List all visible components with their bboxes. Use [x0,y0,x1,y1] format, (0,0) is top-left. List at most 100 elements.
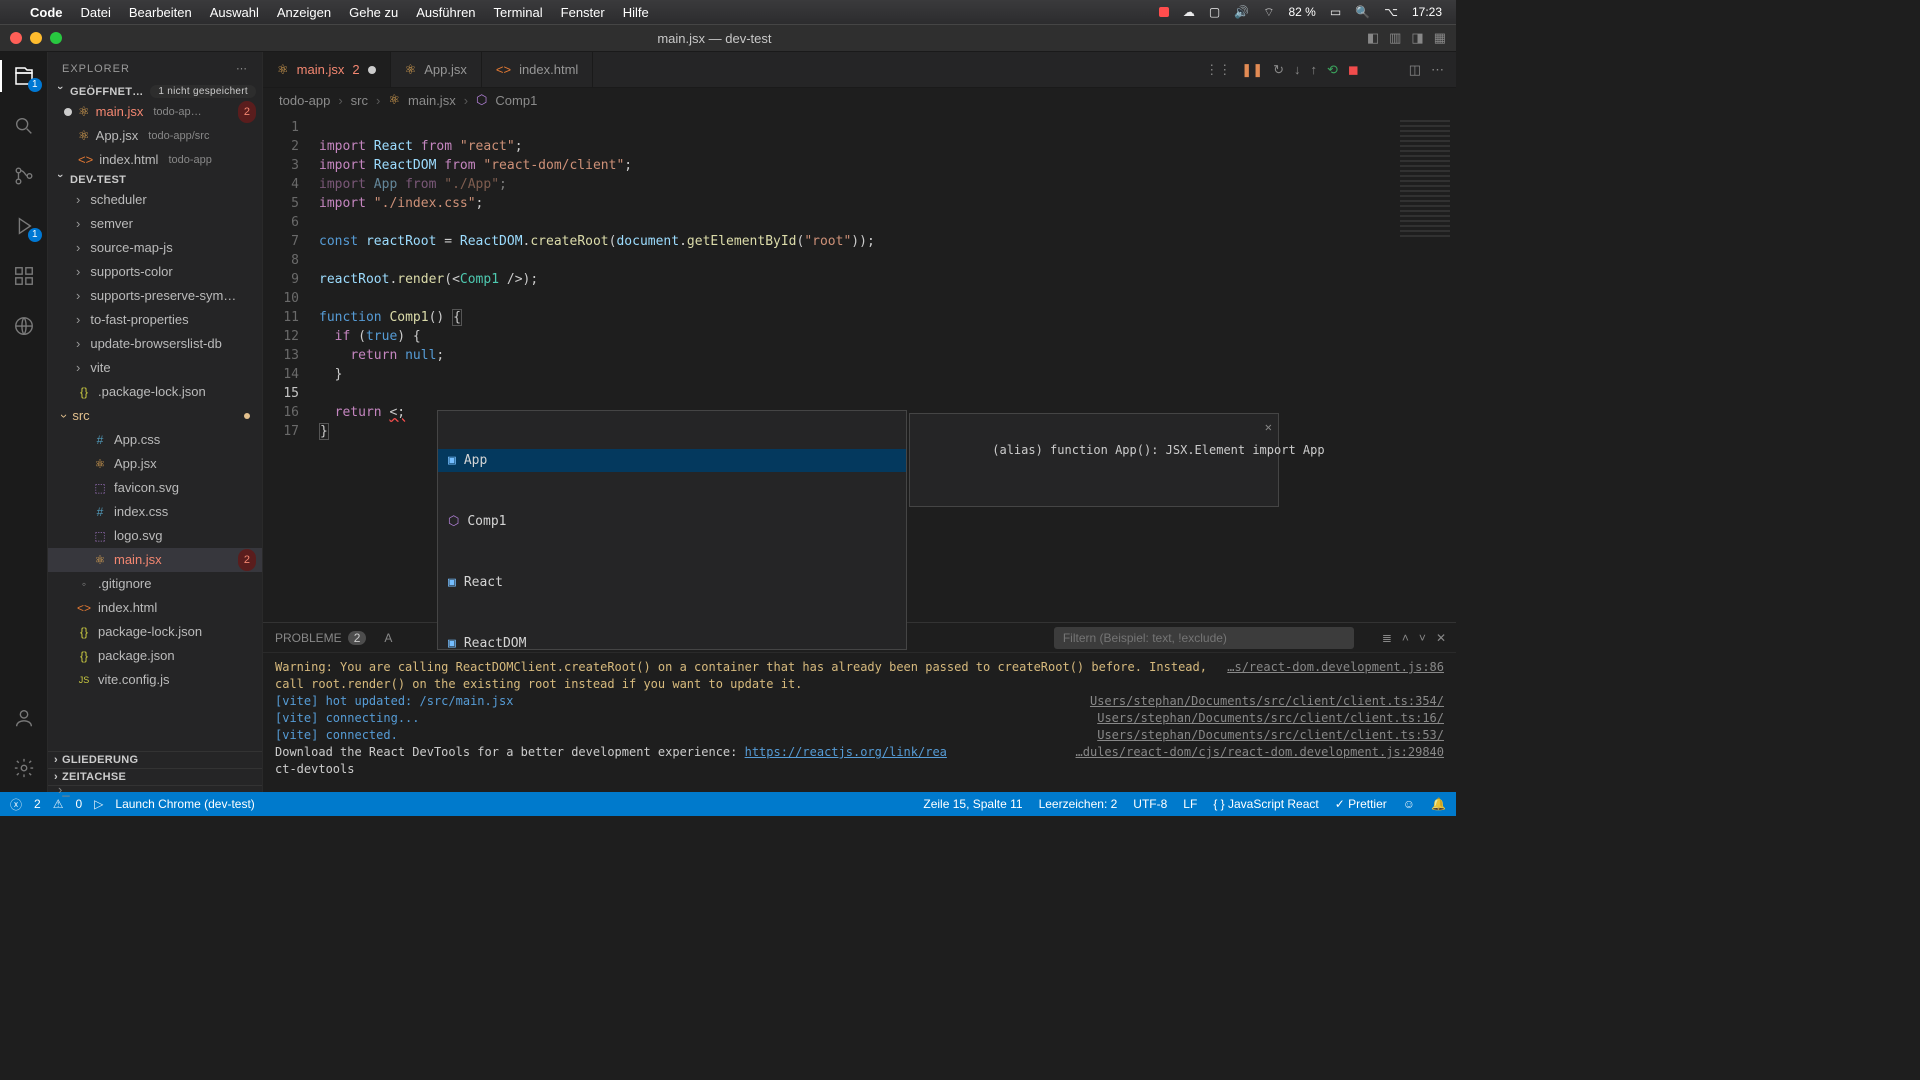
filter-icon[interactable]: ≣ [1382,631,1392,645]
clock[interactable]: 17:23 [1412,5,1442,19]
tab-index-html[interactable]: <>index.html [482,52,593,87]
suggest-item[interactable]: ⬡Comp1 [438,510,906,533]
restart-icon[interactable]: ⟲ [1327,62,1338,78]
error-icon[interactable]: ⓧ [10,796,22,813]
panel-layout-icon-2[interactable]: ▥ [1389,30,1401,46]
menu-terminal[interactable]: Terminal [494,5,543,20]
eol[interactable]: LF [1183,797,1197,811]
explorer-activity-icon[interactable]: 1 [10,62,38,90]
folder-supports-color[interactable]: supports-color [48,260,262,284]
extensions-activity-icon[interactable] [10,262,38,290]
tab-problems[interactable]: PROBLEME 2 [275,631,366,645]
launch-config[interactable]: Launch Chrome (dev-test) [115,797,254,811]
suggest-item[interactable]: ▣ReactDOM [438,632,906,650]
tab-app-jsx[interactable]: ⚛App.jsx [391,52,482,87]
cursor-position[interactable]: Zeile 15, Spalte 11 [923,797,1022,811]
close-window-icon[interactable] [10,32,22,44]
file-main-jsx[interactable]: ⚛ main.jsx 2 [48,548,262,572]
file-app-css[interactable]: #App.css [48,428,262,452]
sidebar-more-icon[interactable]: ⋯ [236,62,248,75]
file-index-html[interactable]: <>index.html [48,596,262,620]
code-content[interactable]: import React from "react"; import ReactD… [309,112,1456,622]
tab-main-jsx[interactable]: ⚛ main.jsx 2 [263,52,391,87]
file-vite-config[interactable]: JSvite.config.js [48,668,262,692]
control-center-icon[interactable]: ⌥ [1384,5,1398,19]
project-header[interactable]: › DEV-TEST [48,172,262,188]
menu-window[interactable]: Fenster [561,5,605,20]
search-icon[interactable]: 🔍 [1355,5,1370,19]
zoom-window-icon[interactable] [50,32,62,44]
step-over-icon[interactable]: ↻ [1273,62,1284,78]
open-editor-main[interactable]: ⚛ main.jsx todo-ap… 2 [48,100,262,124]
file-gitignore[interactable]: ◦.gitignore [48,572,262,596]
file-pkg-json[interactable]: {}package.json [48,644,262,668]
menu-run[interactable]: Ausführen [416,5,475,20]
debug-run-icon[interactable]: ▷ [94,797,103,811]
layout-customize-icon[interactable]: ▦ [1434,30,1446,46]
tab-more-icon[interactable]: ⋯ [1431,62,1444,78]
menu-edit[interactable]: Bearbeiten [129,5,192,20]
outline-header[interactable]: ›GLIEDERUNG [48,751,262,768]
suggest-item[interactable]: ▣React [438,571,906,594]
feedback-icon[interactable]: ☺ [1403,797,1415,811]
drag-handle-icon[interactable]: ⋮⋮ [1205,62,1231,78]
open-editors-header[interactable]: › GEÖFFNET… 1 nicht gespeichert [48,83,262,100]
chevron-down-icon[interactable]: ˅ [1419,631,1426,645]
menu-go[interactable]: Gehe zu [349,5,398,20]
timeline-header[interactable]: ›ZEITACHSE [48,768,262,786]
file-logo-svg[interactable]: ⬚logo.svg [48,524,262,548]
minimize-window-icon[interactable] [30,32,42,44]
language-mode[interactable]: { } JavaScript React [1213,797,1318,811]
folder-scheduler[interactable]: scheduler [48,188,262,212]
menu-file[interactable]: Datei [81,5,111,20]
battery-icon[interactable]: ▭ [1330,5,1341,19]
folder-semver[interactable]: semver [48,212,262,236]
open-editor-index[interactable]: <> index.html todo-app [48,148,262,172]
cloud-icon[interactable]: ☁ [1183,5,1195,19]
breadcrumb[interactable]: todo-app› src› ⚛main.jsx› ⬡Comp1 [263,88,1456,112]
settings-gear-icon[interactable] [10,754,38,782]
file-package-lock-nm[interactable]: {}.package-lock.json [48,380,262,404]
chevron-up-icon[interactable]: ˄ [1402,631,1409,645]
scm-activity-icon[interactable] [10,162,38,190]
tab-output[interactable]: A [384,631,392,645]
file-index-css[interactable]: #index.css [48,500,262,524]
remote-activity-icon[interactable] [10,312,38,340]
encoding[interactable]: UTF-8 [1133,797,1167,811]
debug-console[interactable]: …s/react-dom.development.js:86Warning: Y… [263,653,1456,792]
wifi-icon[interactable]: ⌔ [1263,5,1274,20]
menu-view[interactable]: Anzeigen [277,5,331,20]
menu-selection[interactable]: Auswahl [210,5,259,20]
panel-filter-input[interactable] [1054,627,1354,649]
volume-icon[interactable]: 🔊 [1234,5,1249,19]
panel-layout-icon-3[interactable]: ◨ [1411,30,1423,46]
debug-activity-icon[interactable]: 1 [10,212,38,240]
close-panel-icon[interactable]: ✕ [1436,631,1446,645]
step-into-icon[interactable]: ↓ [1294,62,1301,77]
suggest-item[interactable]: ▣App [438,449,906,472]
open-editor-app[interactable]: ⚛ App.jsx todo-app/src [48,124,262,148]
prettier-status[interactable]: ✓ Prettier [1335,797,1387,811]
indentation[interactable]: Leerzeichen: 2 [1039,797,1118,811]
step-out-icon[interactable]: ↑ [1311,62,1318,77]
display-icon[interactable]: ▢ [1209,5,1220,19]
warning-count[interactable]: 0 [75,797,82,811]
close-icon[interactable]: ✕ [1265,418,1272,437]
account-icon[interactable] [10,704,38,732]
file-app-jsx[interactable]: ⚛App.jsx [48,452,262,476]
file-pkg-lock[interactable]: {}package-lock.json [48,620,262,644]
folder-source-map-js[interactable]: source-map-js [48,236,262,260]
file-favicon[interactable]: ⬚favicon.svg [48,476,262,500]
warning-icon[interactable]: ⚠ [53,797,64,811]
error-count[interactable]: 2 [34,797,41,811]
suggest-widget[interactable]: ▣App ⬡Comp1 ▣React ▣ReactDOM ▣arguments … [437,410,907,650]
folder-update-browserslist[interactable]: update-browserslist-db [48,332,262,356]
folder-to-fast-properties[interactable]: to-fast-properties [48,308,262,332]
bell-icon[interactable]: 🔔 [1431,797,1446,811]
panel-layout-icon[interactable]: ◧ [1367,30,1379,46]
folder-src[interactable]: › src [48,404,262,428]
folder-vite[interactable]: vite [48,356,262,380]
code-editor[interactable]: 12 34 56 78 910 1112 1314 15 1617 import… [263,112,1456,622]
pause-icon[interactable]: ❚❚ [1241,62,1263,78]
stop-icon[interactable]: ◼ [1348,62,1359,78]
